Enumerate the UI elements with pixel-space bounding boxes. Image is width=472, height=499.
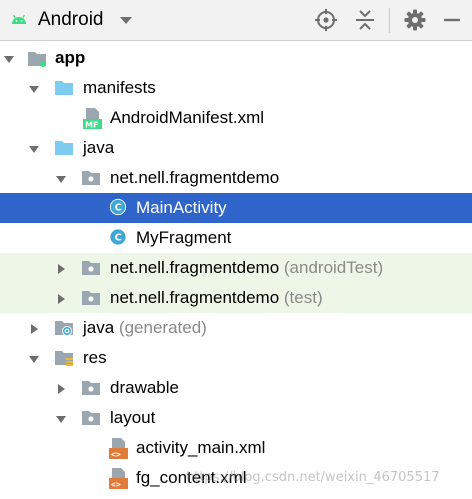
tree-node-package-test[interactable]: net.nell.fragmentdemo (test)	[0, 283, 472, 313]
collapsed-arrow-icon[interactable]	[28, 323, 40, 335]
tree-node-activity-main[interactable]: <> activity_main.xml	[0, 433, 472, 463]
tree-label-layout: layout	[110, 408, 156, 427]
hide-icon[interactable]	[440, 8, 464, 32]
collapsed-arrow-icon[interactable]	[55, 293, 67, 305]
watermark: https://blog.csdn.net/weixin_46705517	[186, 470, 440, 485]
expanded-arrow-icon[interactable]	[3, 53, 15, 65]
collapse-all-icon[interactable]	[353, 8, 377, 32]
tree-node-app[interactable]: app	[0, 43, 472, 73]
expanded-arrow-icon[interactable]	[55, 173, 67, 185]
tree-label-drawable: drawable	[110, 378, 179, 397]
class-icon: C	[110, 229, 126, 245]
tree-node-my-fragment[interactable]: C MyFragment	[0, 223, 472, 253]
expanded-arrow-icon[interactable]	[55, 413, 67, 425]
tree-node-main-activity[interactable]: C MainActivity	[0, 193, 472, 223]
layout-file-icon: <>	[109, 438, 128, 459]
generated-suffix: (generated)	[118, 318, 207, 337]
class-icon: C	[109, 198, 127, 216]
folder-icon	[55, 81, 73, 95]
chevron-down-icon[interactable]	[118, 14, 134, 26]
tree-label-package-android-test: net.nell.fragmentdemo (androidTest)	[110, 258, 384, 277]
tree-label-main-activity: MainActivity	[136, 198, 227, 217]
package-icon	[82, 291, 100, 305]
expanded-arrow-icon[interactable]	[28, 353, 40, 365]
tree-node-manifests[interactable]: manifests	[0, 73, 472, 103]
source-set-suffix: (test)	[283, 288, 323, 307]
module-icon	[28, 52, 46, 67]
tree-label-app: app	[55, 48, 86, 67]
project-toolbar: Android	[0, 0, 472, 41]
collapsed-arrow-icon[interactable]	[55, 383, 67, 395]
tree-node-layout[interactable]: layout	[0, 403, 472, 433]
collapsed-arrow-icon[interactable]	[55, 263, 67, 275]
tree-label-java: java	[83, 138, 115, 157]
expanded-arrow-icon[interactable]	[28, 143, 40, 155]
tree-node-package-android-test[interactable]: net.nell.fragmentdemo (androidTest)	[0, 253, 472, 283]
tree-label-java-generated: java (generated)	[83, 318, 207, 337]
toolbar-separator	[389, 8, 390, 33]
manifest-file-icon: MF	[83, 108, 102, 130]
locate-icon[interactable]	[314, 8, 338, 32]
generated-folder-icon	[55, 321, 73, 336]
tree-label-android-manifest: AndroidManifest.xml	[110, 108, 265, 127]
svg-text:C: C	[115, 233, 122, 244]
tree-label-res: res	[83, 348, 107, 367]
tree-node-drawable[interactable]: drawable	[0, 373, 472, 403]
tree-node-java-generated[interactable]: java (generated)	[0, 313, 472, 343]
gear-icon[interactable]	[403, 8, 427, 32]
svg-text:<>: <>	[111, 480, 121, 489]
package-icon	[82, 261, 100, 275]
tree-node-package-main[interactable]: net.nell.fragmentdemo	[0, 163, 472, 193]
folder-icon	[82, 411, 100, 425]
tree-label-package-test: net.nell.fragmentdemo (test)	[110, 288, 323, 307]
package-icon	[82, 171, 100, 185]
resource-folder-icon	[55, 351, 73, 366]
svg-text:MF: MF	[85, 121, 98, 130]
svg-text:<>: <>	[111, 450, 121, 459]
view-mode-selector[interactable]: Android	[38, 9, 104, 31]
tree-label-package-main: net.nell.fragmentdemo	[110, 168, 280, 187]
tree-label-activity-main: activity_main.xml	[136, 438, 266, 457]
folder-icon	[82, 381, 100, 395]
tree-node-android-manifest[interactable]: MF AndroidManifest.xml	[0, 103, 472, 133]
tree-node-java[interactable]: java	[0, 133, 472, 163]
folder-icon	[55, 141, 73, 155]
tree-node-res[interactable]: res	[0, 343, 472, 373]
source-set-suffix: (androidTest)	[283, 258, 384, 277]
expanded-arrow-icon[interactable]	[28, 83, 40, 95]
layout-file-icon: <>	[109, 468, 128, 489]
svg-text:C: C	[115, 203, 122, 214]
tree-label-my-fragment: MyFragment	[136, 228, 232, 247]
tree-label-manifests: manifests	[83, 78, 156, 97]
android-icon	[12, 14, 26, 24]
